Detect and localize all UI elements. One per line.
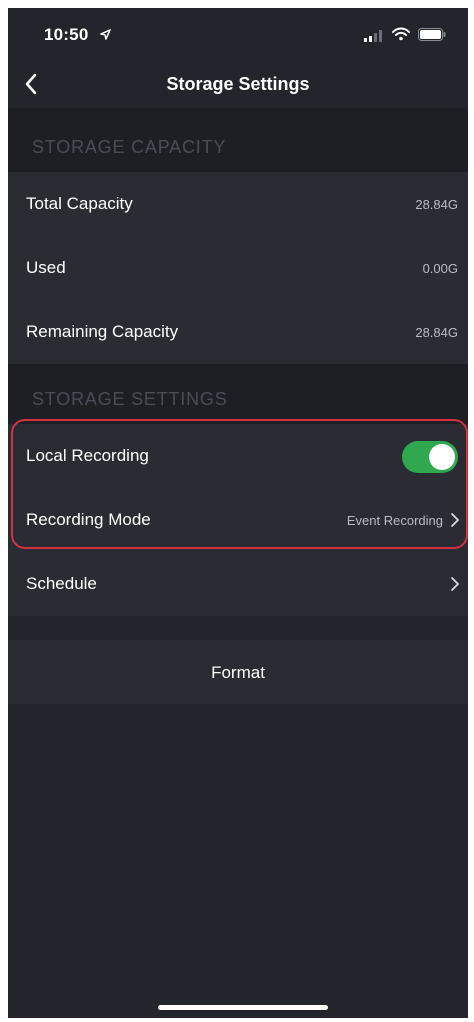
chevron-right-icon: [451, 577, 459, 591]
total-capacity-label: Total Capacity: [26, 194, 133, 213]
recording-mode-value: Event Recording: [346, 513, 443, 528]
recording-mode-label: Recording Mode: [26, 510, 151, 529]
schedule-label: Schedule: [26, 574, 97, 593]
storage-capacity-header: STORAGE CAPACITY: [8, 108, 468, 172]
format-button[interactable]: Format: [8, 640, 468, 704]
remaining-capacity-row: Remaining Capacity 28.84G: [8, 300, 468, 364]
used-label: Used: [26, 258, 66, 277]
section-header-label: STORAGE CAPACITY: [32, 137, 227, 157]
storage-settings-header: STORAGE SETTINGS: [8, 364, 468, 424]
local-recording-toggle[interactable]: [402, 441, 458, 473]
status-time: 10:50: [44, 25, 89, 44]
used-row: Used 0.00G: [8, 236, 468, 300]
total-capacity-row: Total Capacity 28.84G: [8, 172, 468, 236]
chevron-right-icon: [451, 513, 459, 527]
recording-mode-row[interactable]: Recording Mode Event Recording: [8, 488, 468, 552]
navigation-bar: Storage Settings: [8, 62, 468, 108]
local-recording-row: Local Recording: [8, 424, 468, 488]
section-header-label: STORAGE SETTINGS: [32, 389, 228, 409]
home-indicator[interactable]: [158, 1005, 328, 1010]
used-value: 0.00G: [422, 261, 458, 276]
wifi-icon: [392, 27, 410, 41]
local-recording-label: Local Recording: [26, 446, 149, 465]
remaining-capacity-label: Remaining Capacity: [26, 322, 179, 341]
schedule-row[interactable]: Schedule: [8, 552, 468, 616]
toggle-knob: [429, 444, 455, 470]
page-title: Storage Settings: [166, 74, 310, 94]
phone-screen: 10:50 Storage Settings STORAGE CAPACITY: [8, 8, 468, 1018]
status-bar: 10:50: [8, 8, 468, 62]
location-arrow-icon: [100, 29, 111, 40]
format-label: Format: [211, 663, 265, 682]
cellular-signal-icon: [364, 30, 382, 42]
battery-icon: [418, 28, 446, 41]
remaining-capacity-value: 28.84G: [415, 325, 458, 340]
total-capacity-value: 28.84G: [415, 197, 458, 212]
